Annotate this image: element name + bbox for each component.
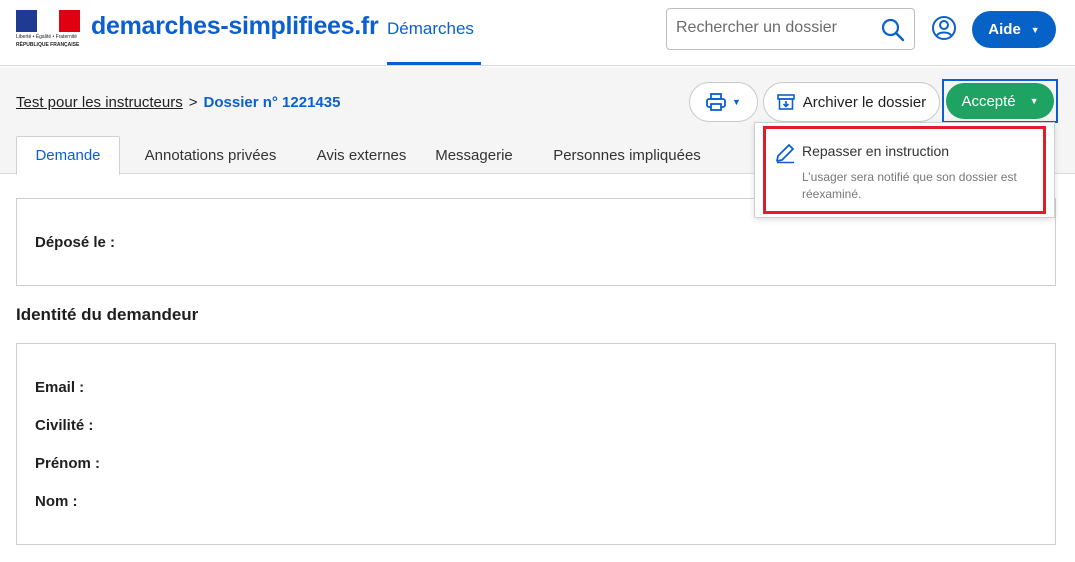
breadcrumb-current: Dossier n° 1221435 — [203, 94, 341, 111]
pencil-icon — [776, 144, 794, 164]
nav-demarches[interactable]: Démarches — [387, 19, 474, 39]
print-button[interactable]: ▼ — [689, 82, 758, 122]
status-button-focus-outline: Accepté ▼ — [942, 79, 1058, 123]
tab-avis-externes[interactable]: Avis externes — [301, 136, 422, 174]
prenom-label: Prénom : — [35, 455, 101, 472]
archive-button[interactable]: Archiver le dossier — [763, 82, 940, 122]
identity-card: Email : Civilité : Prénom : Nom : — [16, 343, 1056, 545]
logo-republic: RÉPUBLIQUE FRANÇAISE — [16, 42, 80, 48]
search-icon[interactable] — [880, 17, 906, 43]
caret-down-icon: ▼ — [1029, 96, 1039, 106]
depose-le-label: Déposé le : — [35, 234, 116, 251]
logo-motto: Liberté • Égalité • Fraternité — [16, 34, 78, 40]
tab-annotations-privees[interactable]: Annotations privées — [120, 136, 301, 174]
caret-down-icon: ▼ — [732, 97, 741, 107]
aide-button[interactable]: Aide ▼ — [972, 11, 1056, 48]
breadcrumb-separator: > — [188, 94, 198, 111]
dropdown-item-description: L’usager sera notifié que son dossier es… — [802, 170, 1017, 201]
tab-demande[interactable]: Demande — [16, 136, 120, 175]
tab-messagerie[interactable]: Messagerie — [422, 136, 526, 174]
french-flag-icon — [16, 10, 80, 32]
dossier-tabs: Demande Annotations privées Avis externe… — [16, 136, 728, 175]
user-account-icon[interactable] — [931, 15, 957, 41]
caret-down-icon: ▼ — [1030, 24, 1040, 35]
search-input[interactable] — [676, 19, 866, 37]
printer-icon — [706, 93, 726, 111]
civilite-label: Civilité : — [35, 417, 94, 434]
search-box[interactable] — [666, 8, 915, 50]
identity-section-title: Identité du demandeur — [16, 305, 199, 324]
marianne-logo[interactable]: Liberté • Égalité • Fraternité RÉPUBLIQU… — [16, 10, 80, 50]
repasser-en-instruction-item[interactable]: Repasser en instruction L’usager sera no… — [763, 126, 1046, 214]
aide-label: Aide — [988, 21, 1021, 38]
site-brand[interactable]: demarches-simplifiees.fr — [91, 12, 379, 41]
nom-label: Nom : — [35, 493, 78, 510]
status-label: Accepté — [961, 92, 1016, 110]
status-accepte-button[interactable]: Accepté ▼ — [946, 83, 1054, 119]
dropdown-item-title: Repasser en instruction — [802, 143, 950, 159]
nav-active-underline — [387, 62, 481, 65]
breadcrumb-procedure-link[interactable]: Test pour les instructeurs — [16, 94, 183, 111]
breadcrumb: Test pour les instructeurs > Dossier n° … — [16, 94, 340, 111]
header: Liberté • Égalité • Fraternité RÉPUBLIQU… — [0, 0, 1075, 66]
archive-label: Archiver le dossier — [802, 93, 927, 111]
archive-box-icon — [776, 94, 795, 110]
email-label: Email : — [35, 379, 85, 396]
status-dropdown-menu: Repasser en instruction L’usager sera no… — [754, 122, 1055, 218]
tab-personnes-impliquees[interactable]: Personnes impliquées — [526, 136, 728, 174]
